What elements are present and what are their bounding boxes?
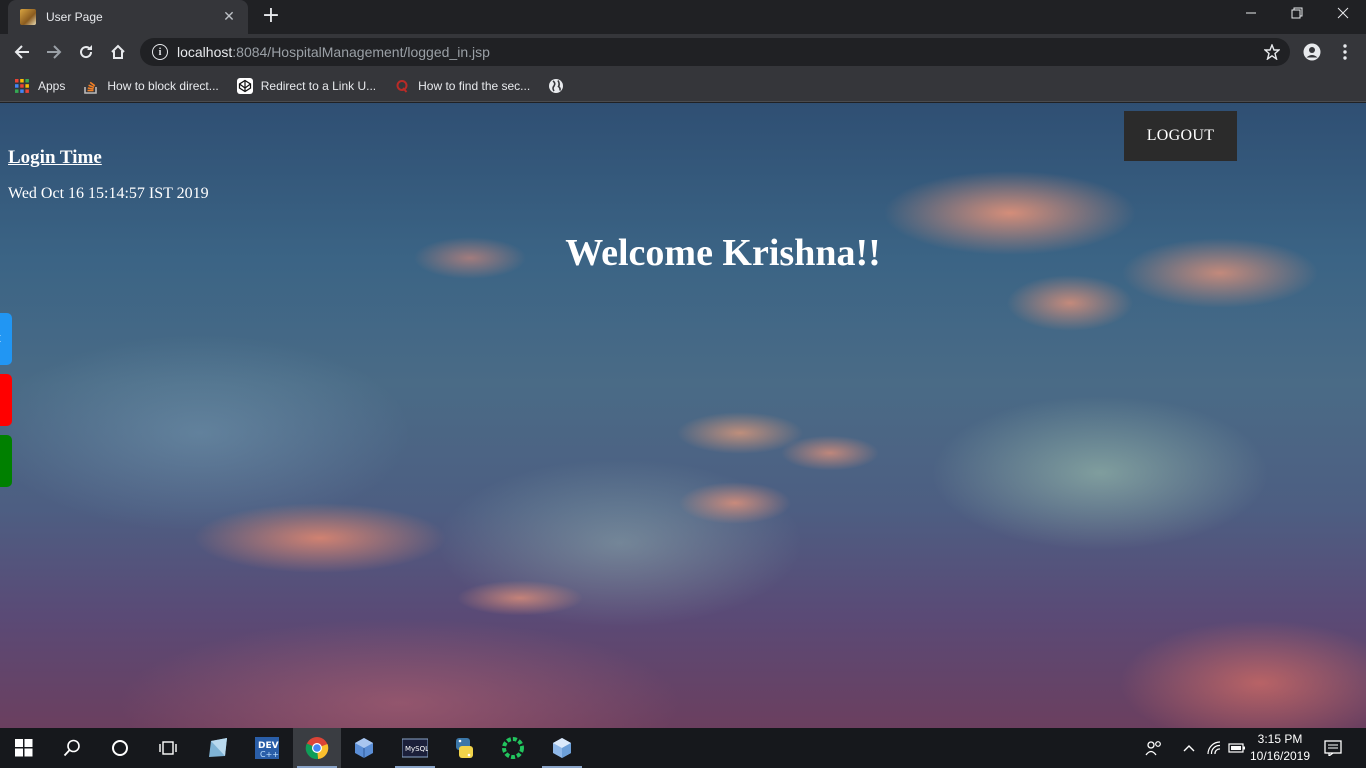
bookmark-codepen[interactable]: Redirect to a Link U...: [236, 77, 377, 94]
taskbar-app-devcpp[interactable]: DEV C++: [243, 728, 291, 768]
new-tab-button[interactable]: +: [258, 4, 284, 30]
more-vertical-icon: [1343, 44, 1347, 60]
restore-button[interactable]: [1274, 0, 1320, 30]
reload-icon: [80, 45, 93, 59]
forward-arrow-icon: [47, 45, 62, 59]
side-tab-blue[interactable]: t: [0, 313, 12, 365]
bookmarks-bar: Apps How to block direct... Redirect to …: [0, 70, 1366, 102]
address-bar[interactable]: i localhost :8084/HospitalManagement/log…: [140, 38, 1290, 66]
bookmark-star-button[interactable]: [1258, 38, 1286, 66]
bookmark-stackoverflow[interactable]: How to block direct...: [83, 78, 219, 94]
bookmark-apps[interactable]: Apps: [14, 78, 65, 94]
back-arrow-icon: [14, 45, 29, 59]
svg-text:C++: C++: [260, 750, 279, 759]
bookmark-label: How to block direct...: [107, 78, 219, 93]
window-close-button[interactable]: [1320, 0, 1366, 30]
quora-icon: [396, 79, 408, 93]
virtualbox-icon: [355, 738, 373, 758]
wifi-icon: [1207, 741, 1221, 755]
star-icon: [1264, 44, 1280, 60]
notification-icon: [1324, 740, 1342, 756]
forward-button[interactable]: [40, 38, 68, 66]
back-button[interactable]: [8, 38, 36, 66]
tab-strip: User Page ✕ +: [0, 0, 1366, 34]
url-path: :8084/HospitalManagement/logged_in.jsp: [232, 44, 490, 60]
logout-button[interactable]: LOGOUT: [1124, 111, 1237, 161]
apps-grid-icon: [15, 78, 29, 93]
codepen-icon: [236, 77, 253, 94]
chevron-up-icon: [1183, 745, 1195, 752]
people-icon: [1145, 741, 1161, 756]
search-button[interactable]: [48, 728, 96, 768]
login-date: Wed Oct 16 15:14:57 IST 2019: [8, 185, 209, 202]
login-time-heading: Login Time: [8, 147, 102, 168]
people-button[interactable]: [1140, 728, 1168, 768]
page-background: Login Time Wed Oct 16 15:14:57 IST 2019 …: [0, 103, 1366, 728]
system-clock[interactable]: 3:15 PM 10/16/2019: [1244, 731, 1316, 765]
profile-button[interactable]: [1298, 38, 1326, 66]
home-button[interactable]: [104, 38, 132, 66]
app-tile-icon: [209, 738, 227, 757]
taskbar-app-python[interactable]: [440, 728, 488, 768]
side-tab-letter: t: [0, 330, 1, 345]
browser-tab[interactable]: User Page ✕: [8, 0, 248, 34]
show-hidden-icons-button[interactable]: [1178, 728, 1200, 768]
network-button[interactable]: [1203, 728, 1225, 768]
cube-icon: [553, 738, 571, 758]
task-view-icon: [159, 741, 177, 755]
url-host: localhost: [177, 44, 233, 60]
task-view-button[interactable]: [144, 728, 192, 768]
minimize-button[interactable]: [1228, 0, 1274, 30]
tab-close-icon[interactable]: ✕: [220, 9, 238, 25]
clock-time: 3:15 PM: [1257, 732, 1303, 746]
minimize-icon: [1246, 12, 1256, 14]
cortana-circle-icon: [112, 740, 128, 756]
python-icon: [456, 738, 473, 758]
chrome-icon: [305, 737, 329, 760]
page-favicon-icon: [20, 9, 36, 25]
taskbar: DEV C++ MySQL 3:15 PM 10/16/2019: [0, 728, 1366, 768]
action-center-button[interactable]: [1320, 728, 1346, 768]
globe-icon: [549, 78, 564, 93]
account-icon: [1303, 43, 1321, 61]
bookmark-label: Apps: [38, 78, 66, 93]
reload-button[interactable]: [72, 38, 100, 66]
cortana-button[interactable]: [96, 728, 144, 768]
mysql-console-icon: MySQL: [402, 738, 428, 758]
bookmark-quora[interactable]: How to find the sec...: [394, 78, 530, 94]
taskbar-app-box[interactable]: [538, 728, 586, 768]
taskbar-app-virtualbox[interactable]: [340, 728, 388, 768]
taskbar-app-green-ring[interactable]: [489, 728, 537, 768]
site-info-icon[interactable]: i: [152, 44, 168, 60]
green-ring-icon: [502, 737, 524, 759]
devcpp-icon: DEVC++: [255, 737, 279, 759]
window-close-icon: [1337, 7, 1349, 19]
search-icon: [63, 739, 80, 757]
bookmark-label: How to find the sec...: [418, 78, 531, 93]
menu-button[interactable]: [1331, 38, 1359, 66]
start-button[interactable]: [0, 728, 48, 768]
tab-title: User Page: [46, 10, 103, 24]
stackoverflow-icon: [84, 81, 98, 94]
browser-toolbar: i localhost :8084/HospitalManagement/log…: [0, 34, 1366, 70]
svg-text:MySQL: MySQL: [405, 745, 428, 753]
taskbar-app-onenote[interactable]: [194, 728, 242, 768]
home-icon: [111, 44, 125, 59]
taskbar-app-chrome[interactable]: [293, 728, 341, 768]
bookmark-label: Redirect to a Link U...: [260, 78, 377, 93]
clock-date: 10/16/2019: [1249, 749, 1311, 763]
taskbar-app-mysql[interactable]: MySQL: [391, 728, 439, 768]
bookmark-globe[interactable]: [548, 78, 572, 94]
side-tab-red[interactable]: [0, 374, 12, 426]
restore-icon: [1291, 7, 1303, 19]
side-tab-green[interactable]: [0, 435, 12, 487]
welcome-heading: Welcome Krishna!!: [565, 232, 881, 274]
windows-logo-icon: [15, 739, 33, 757]
